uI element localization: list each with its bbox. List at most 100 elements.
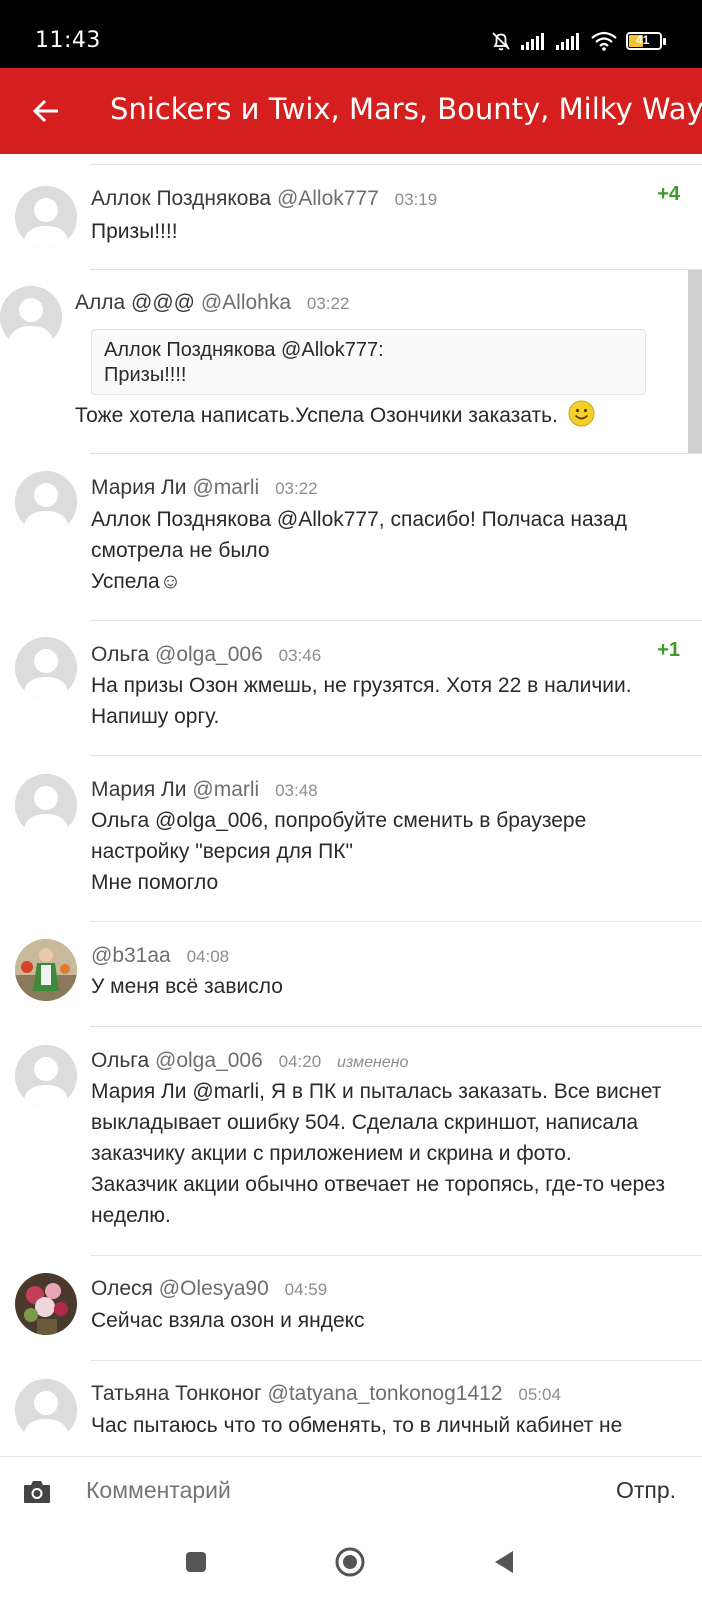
camera-icon — [24, 1481, 50, 1503]
author-name[interactable]: Мария Ли — [91, 476, 187, 499]
comment-line: Аллок Позднякова @Allok777, спасибо! Пол… — [91, 508, 627, 531]
comment-text: У меня всё зависло — [91, 975, 283, 998]
comment-input[interactable] — [86, 1477, 536, 1504]
comment-reply[interactable]: Алла @@@ @Allohka 03:22 Аллок Позднякова… — [0, 270, 702, 454]
comment-item[interactable]: Олеся @Olesya90 04:59 Сейчас взяла озон … — [0, 1256, 702, 1361]
comment-rating[interactable]: +1 — [657, 639, 680, 662]
comment-time: 03:22 — [306, 294, 350, 313]
author-handle[interactable]: @Allok777 — [277, 187, 379, 210]
comment-time: 03:22 — [275, 479, 318, 498]
author-handle[interactable]: @Olesya90 — [159, 1277, 269, 1300]
square-icon — [186, 1552, 206, 1572]
author-handle[interactable]: @marli — [192, 476, 259, 499]
comment-time: 04:08 — [186, 947, 230, 966]
comment-time: 03:48 — [275, 781, 318, 800]
comment-text: Аллок Позднякова @Allok777, спасибо! Пол… — [91, 504, 627, 597]
comment-line: Мария Ли @marli, Я в ПК и пыталась заказ… — [91, 1080, 662, 1103]
author-handle[interactable]: @tatyana_tonkonog1412 — [268, 1382, 503, 1405]
edited-label: изменено — [337, 1054, 409, 1071]
arrow-left-icon — [32, 99, 58, 123]
status-time: 11:43 — [35, 28, 101, 53]
comment-item[interactable]: Аллок Позднякова @Allok777 03:19 +4 Приз… — [0, 165, 702, 270]
signal-icon — [521, 33, 544, 50]
author-handle[interactable]: @olga_006 — [155, 643, 263, 666]
comment-composer: Отпр. — [0, 1456, 702, 1526]
status-bar: 11:43 41 — [0, 0, 702, 68]
comment-meta: Аллок Позднякова @Allok777 03:19 — [91, 187, 437, 211]
comment-item[interactable]: Мария Ли @marli 03:22 Аллок Позднякова @… — [0, 454, 702, 621]
comment-meta: Татьяна Тонконог @tatyana_tonkonog1412 0… — [91, 1382, 561, 1406]
scrollbar[interactable] — [688, 270, 702, 454]
recents-button[interactable] — [178, 1544, 214, 1580]
battery-icon: 41 — [626, 32, 666, 50]
comment-line: Напишу оргу. — [91, 705, 220, 728]
comment-line: заказчику акции с приложением и скрина и… — [91, 1142, 572, 1165]
comment-item[interactable]: Ольга @olga_006 04:20 изменено Мария Ли … — [0, 1027, 702, 1256]
bell-muted-icon — [492, 32, 510, 51]
quoted-comment[interactable]: Аллок Позднякова @Allok777: Призы!!!! — [91, 329, 646, 395]
comment-item[interactable]: Ольга @olga_006 03:46 +1 На призы Озон ж… — [0, 621, 702, 756]
comment-time: 04:59 — [284, 1280, 328, 1299]
comment-meta: Алла @@@ @Allohka 03:22 — [75, 291, 349, 315]
wifi-icon — [591, 31, 617, 51]
comment-line: Мне помогло — [91, 871, 219, 894]
author-handle[interactable]: @marli — [192, 778, 259, 801]
avatar[interactable] — [15, 1045, 77, 1107]
avatar[interactable] — [15, 471, 77, 533]
comment-meta: Мария Ли @marli 03:22 — [91, 476, 318, 500]
app-bar: Snickers и Twix, Mars, Bounty, Milky Way — [0, 68, 702, 154]
comment-line: неделю. — [91, 1204, 171, 1227]
back-nav-button[interactable] — [486, 1544, 522, 1580]
status-icons: 41 — [490, 28, 666, 54]
avatar[interactable] — [15, 774, 77, 836]
comment-meta: Ольга @olga_006 03:46 — [91, 643, 321, 667]
comment-text: Ольга @olga_006, попробуйте сменить в бр… — [91, 805, 586, 898]
battery-level: 41 — [636, 33, 650, 47]
comment-line: На призы Озон жмешь, не грузятся. Хотя 2… — [91, 674, 632, 697]
author-handle[interactable]: @olga_006 — [155, 1049, 263, 1072]
quote-text: Призы!!!! — [104, 364, 187, 386]
author-name[interactable]: Олеся — [91, 1277, 153, 1300]
comment-time: 04:20 — [278, 1052, 322, 1071]
author-handle[interactable]: @b31aa — [91, 944, 171, 967]
author-name[interactable]: Ольга — [91, 1049, 149, 1072]
avatar[interactable] — [0, 286, 62, 348]
comment-text: Час пытаюсь что то обменять, то в личный… — [91, 1414, 623, 1437]
home-button[interactable] — [332, 1544, 368, 1580]
author-name[interactable]: Татьяна Тонконог — [91, 1382, 262, 1405]
avatar[interactable] — [15, 1379, 77, 1441]
author-name[interactable]: Мария Ли — [91, 778, 187, 801]
author-handle[interactable]: @Allohka — [201, 291, 291, 314]
author-name[interactable]: Алла @@@ — [75, 291, 195, 314]
comment-meta: Мария Ли @marli 03:48 — [91, 778, 318, 802]
comments-feed[interactable]: Аллок Позднякова @Allok777 03:19 +4 Приз… — [0, 154, 702, 1456]
comment-item[interactable]: @b31aa 04:08 У меня всё зависло — [0, 922, 702, 1027]
comment-line: смотрела не было — [91, 539, 270, 562]
comment-text: Призы!!!! — [91, 220, 178, 243]
comment-time: 03:19 — [394, 190, 438, 209]
comment-meta: Олеся @Olesya90 04:59 — [91, 1277, 327, 1301]
avatar[interactable] — [15, 939, 77, 1001]
comment-text: Тоже хотела написать.Успела Озончики зак… — [75, 404, 558, 427]
comment-item[interactable]: Мария Ли @marli 03:48 Ольга @olga_006, п… — [0, 756, 702, 922]
author-name[interactable]: Ольга — [91, 643, 149, 666]
comment-text-row: Тоже хотела написать.Успела Озончики зак… — [75, 400, 595, 431]
signal-icon — [556, 33, 579, 50]
camera-button[interactable] — [22, 1479, 52, 1505]
system-nav-bar — [0, 1526, 702, 1600]
comment-item[interactable]: Татьяна Тонконог @tatyana_tonkonog1412 0… — [0, 1361, 702, 1456]
back-button[interactable] — [22, 87, 70, 135]
comment-rating[interactable]: +4 — [657, 183, 680, 206]
author-name[interactable]: Аллок Позднякова — [91, 187, 271, 210]
comment-meta: Ольга @olga_006 04:20 изменено — [91, 1049, 408, 1073]
avatar[interactable] — [15, 1273, 77, 1335]
comment-line: Ольга @olga_006, попробуйте сменить в бр… — [91, 809, 587, 832]
avatar[interactable] — [15, 637, 77, 699]
comment-text: Сейчас взяла озон и яндекс — [91, 1309, 365, 1332]
send-button[interactable]: Отпр. — [616, 1477, 676, 1504]
comment-text: На призы Озон жмешь, не грузятся. Хотя 2… — [91, 670, 632, 732]
comment-text: Мария Ли @marli, Я в ПК и пыталась заказ… — [91, 1076, 665, 1231]
avatar[interactable] — [15, 186, 77, 248]
comment-meta: @b31aa 04:08 — [91, 944, 229, 968]
quote-author: Аллок Позднякова @Allok777: — [104, 339, 384, 361]
